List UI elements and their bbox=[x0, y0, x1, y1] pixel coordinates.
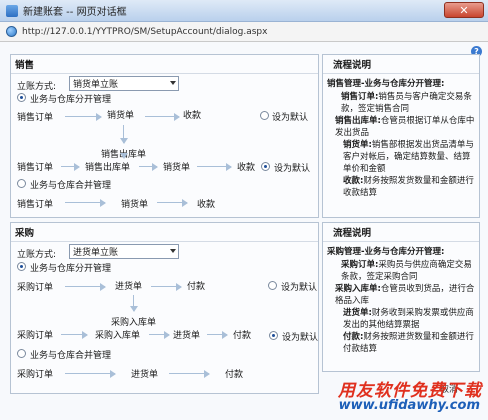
globe-icon bbox=[6, 26, 17, 37]
purchase-info-panel: 流程说明 采购管理-业务与仓库分开管理: 采购订单:采购员与供应商确定交易条款，… bbox=[322, 222, 480, 372]
flow-node: 付款 bbox=[225, 370, 244, 380]
sales-mode-label: 立账方式: bbox=[17, 82, 57, 92]
sales-info-heading: 销售管理-业务与仓库分开管理: bbox=[327, 79, 445, 89]
flow-node: 销售出库单 bbox=[85, 163, 131, 173]
divider bbox=[323, 241, 479, 242]
address-url: http://127.0.0.1/YYTPRO/SM/SetupAccount/… bbox=[22, 26, 268, 37]
flow-node: 收款 bbox=[197, 200, 216, 210]
sales-default1-radio[interactable] bbox=[260, 111, 269, 120]
flow-arrow bbox=[65, 283, 106, 291]
purchase-default1-radio[interactable] bbox=[268, 281, 277, 290]
flow-node: 付款 bbox=[233, 331, 252, 341]
flow-arrow bbox=[65, 113, 102, 121]
flow-node: 收款 bbox=[237, 163, 256, 173]
flow-node: 采购订单 bbox=[17, 283, 54, 293]
flow-node: 销货单 bbox=[107, 111, 135, 121]
chevron-down-icon bbox=[170, 81, 176, 85]
flow-node: 收款 bbox=[183, 111, 202, 121]
flow-node: 采购订单 bbox=[17, 370, 54, 380]
info-term: 采购订单: bbox=[341, 260, 379, 270]
sales-mode-select[interactable]: 销货单立账 bbox=[69, 76, 179, 91]
flow-arrow bbox=[139, 163, 158, 171]
flow-node: 销售订单 bbox=[17, 163, 54, 173]
flow-arrow bbox=[61, 163, 80, 171]
purchase-mode-value: 进货单立账 bbox=[73, 248, 119, 258]
flow-arrow bbox=[145, 113, 180, 121]
sales-opt2-radio[interactable] bbox=[17, 179, 26, 188]
sales-info-body: 销售订单:销售员与客户确定交易条款，签定销售合同 销售出库单:仓管员根据订单从仓… bbox=[327, 91, 477, 199]
info-term: 采购入库单: bbox=[335, 284, 381, 294]
flow-arrow bbox=[130, 295, 138, 312]
sales-mode-value: 销货单立账 bbox=[73, 80, 119, 90]
purchase-mode-select[interactable]: 进货单立账 bbox=[69, 244, 179, 259]
flow-arrow bbox=[169, 370, 210, 378]
watermark: 用友软件免费下载 www.ufidawhy.com bbox=[322, 376, 482, 416]
sales-opt2-label: 业务与仓库合并管理 bbox=[30, 181, 112, 191]
purchase-opt2-label: 业务与仓库合并管理 bbox=[30, 351, 112, 361]
window-controls: ✕ bbox=[444, 2, 484, 18]
purchase-opt2-radio[interactable] bbox=[17, 349, 26, 358]
flow-node: 采购入库单 bbox=[111, 318, 157, 328]
close-button[interactable]: ✕ bbox=[444, 2, 484, 18]
flow-node: 销货单 bbox=[121, 200, 149, 210]
flow-arrow bbox=[151, 283, 182, 291]
sales-title: 销售 bbox=[15, 60, 35, 71]
divider bbox=[11, 73, 318, 74]
watermark-url: www.ufidawhy.com bbox=[338, 398, 480, 413]
info-term: 收款: bbox=[343, 176, 364, 186]
flow-arrow bbox=[120, 125, 128, 144]
flow-arrow bbox=[149, 331, 170, 339]
sales-default2-label: 设为默认 bbox=[274, 164, 311, 174]
info-term: 销货单: bbox=[343, 140, 372, 150]
info-term: 进货单: bbox=[343, 308, 372, 318]
purchase-default2-radio[interactable] bbox=[269, 331, 278, 340]
title-bar: 新建账套 -- 网页对话框 ✕ bbox=[0, 0, 488, 22]
flow-arrow bbox=[157, 199, 188, 207]
purchase-opt1-label: 业务与仓库分开管理 bbox=[30, 264, 112, 274]
info-term: 销售出库单: bbox=[335, 116, 381, 126]
flow-arrow bbox=[65, 370, 116, 378]
purchase-info-body: 采购订单:采购员与供应商确定交易条款，签定采购合同 采购入库单:仓管员收到货品，… bbox=[327, 259, 477, 355]
flow-node: 销售订单 bbox=[17, 113, 54, 123]
info-term: 销售订单: bbox=[341, 92, 379, 102]
divider bbox=[11, 241, 318, 242]
sales-opt1-label: 业务与仓库分开管理 bbox=[30, 95, 112, 105]
info-desc: 财务按照进货数量和金额进行付款结算 bbox=[343, 332, 474, 354]
window-title: 新建账套 -- 网页对话框 bbox=[23, 7, 127, 18]
close-icon: ✕ bbox=[459, 3, 469, 17]
purchase-info-heading: 采购管理-业务与仓库分开管理: bbox=[327, 247, 445, 257]
purchase-title: 采购 bbox=[15, 228, 35, 239]
purchase-info-title: 流程说明 bbox=[333, 228, 372, 239]
flow-node: 进货单 bbox=[115, 282, 143, 292]
purchase-panel: 采购 立账方式: 进货单立账 业务与仓库分开管理 采购订单 进货单 付款 设为默… bbox=[10, 222, 319, 394]
sales-opt1-radio[interactable] bbox=[17, 93, 26, 102]
flow-node: 进货单 bbox=[131, 370, 159, 380]
flow-node: 进货单 bbox=[173, 331, 201, 341]
flow-node: 销货单 bbox=[163, 163, 191, 173]
flow-arrow bbox=[65, 199, 106, 207]
sales-panel: 销售 立账方式: 销货单立账 业务与仓库分开管理 销售订单 销货单 收款 设为默… bbox=[10, 54, 319, 218]
flow-node: 付款 bbox=[187, 282, 206, 292]
flow-node: 采购入库单 bbox=[95, 331, 141, 341]
info-desc: 财务按照发货数量和金额进行收款结算 bbox=[343, 176, 474, 198]
purchase-opt1-radio[interactable] bbox=[17, 262, 26, 271]
purchase-default2-label: 设为默认 bbox=[282, 333, 319, 343]
address-bar: http://127.0.0.1/YYTPRO/SM/SetupAccount/… bbox=[0, 22, 488, 42]
info-term: 付款: bbox=[343, 332, 364, 342]
flow-arrow bbox=[61, 331, 88, 339]
flow-arrow bbox=[207, 331, 228, 339]
sales-info-title: 流程说明 bbox=[333, 60, 372, 71]
purchase-default1-label: 设为默认 bbox=[281, 283, 318, 293]
sales-default1-label: 设为默认 bbox=[272, 113, 309, 123]
purchase-mode-label: 立账方式: bbox=[17, 250, 57, 260]
flow-arrow bbox=[197, 163, 232, 171]
flow-node: 采购订单 bbox=[17, 331, 54, 341]
sales-info-panel: 流程说明 销售管理-业务与仓库分开管理: 销售订单:销售员与客户确定交易条款，签… bbox=[322, 54, 480, 218]
window-icon bbox=[6, 4, 18, 17]
divider bbox=[323, 73, 479, 74]
sales-default2-radio[interactable] bbox=[261, 162, 270, 171]
dialog-content: ? 销售 立账方式: 销货单立账 业务与仓库分开管理 销售订单 销货单 收款 设… bbox=[0, 42, 488, 420]
flow-node: 销售订单 bbox=[17, 200, 54, 210]
chevron-down-icon bbox=[170, 249, 176, 253]
